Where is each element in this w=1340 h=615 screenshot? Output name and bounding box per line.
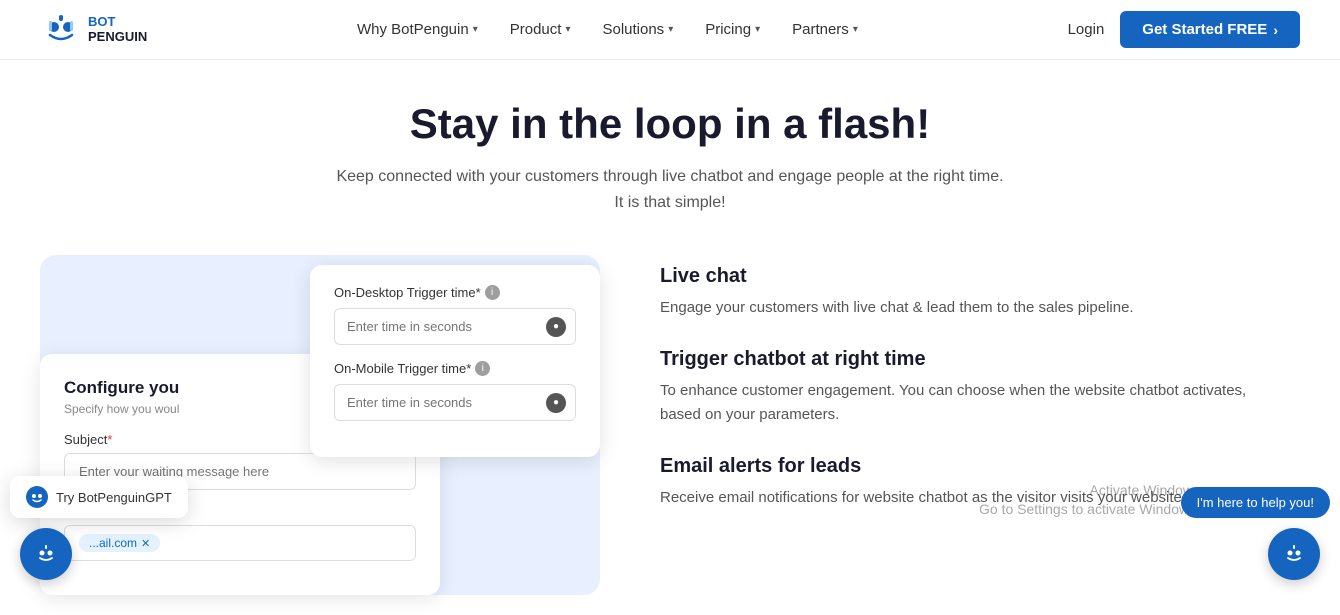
logo[interactable]: BOT PENGUIN xyxy=(40,9,147,51)
chevron-down-icon: ▾ xyxy=(853,24,858,35)
feature-trigger: Trigger chatbot at right time To enhance… xyxy=(660,348,1280,427)
get-started-button[interactable]: Get Started FREE › xyxy=(1120,11,1300,48)
activate-windows-line2: Go to Settings to activate Windows. xyxy=(979,500,1200,520)
desktop-trigger-input-wrap: ● xyxy=(334,308,576,345)
nav-link-why[interactable]: Why BotPenguin ▾ xyxy=(357,21,478,38)
navbar: BOT PENGUIN Why BotPenguin ▾ Product ▾ S… xyxy=(0,0,1340,60)
logo-text: BOT PENGUIN xyxy=(88,15,147,44)
trigger-card: On-Desktop Trigger time* i ● On-Mobile T… xyxy=(310,265,600,457)
feature-live-chat-desc: Engage your customers with live chat & l… xyxy=(660,296,1280,320)
email-tag: ...ail.com ✕ xyxy=(79,534,160,552)
feature-email-alerts-title: Email alerts for leads xyxy=(660,455,1280,478)
feature-live-chat-title: Live chat xyxy=(660,265,1280,288)
logo-icon xyxy=(40,9,82,51)
hero-title: Stay in the loop in a flash! xyxy=(40,100,1300,148)
chat-popup-label: Try BotPenguinGPT xyxy=(56,490,172,505)
chevron-down-icon: ▾ xyxy=(565,24,570,35)
toggle-icon[interactable]: ● xyxy=(546,317,566,337)
mobile-trigger-input-wrap: ● xyxy=(334,384,576,421)
toggle-icon[interactable]: ● xyxy=(546,393,566,413)
mobile-trigger-label: On-Mobile Trigger time* i xyxy=(334,361,576,376)
left-panel: On-Desktop Trigger time* i ● On-Mobile T… xyxy=(40,255,600,595)
login-button[interactable]: Login xyxy=(1068,21,1105,38)
nav-link-pricing[interactable]: Pricing ▾ xyxy=(705,21,760,38)
chat-helper-label: I'm here to help you! xyxy=(1197,495,1314,510)
chat-popup-icon xyxy=(26,486,48,508)
mobile-trigger-row: On-Mobile Trigger time* i ● xyxy=(334,361,576,421)
nav-item-pricing[interactable]: Pricing ▾ xyxy=(705,21,760,38)
nav-links: Why BotPenguin ▾ Product ▾ Solutions ▾ P… xyxy=(357,21,858,38)
chevron-down-icon: ▾ xyxy=(755,24,760,35)
hero-description: Keep connected with your customers throu… xyxy=(330,164,1010,215)
hero-section: Stay in the loop in a flash! Keep connec… xyxy=(0,60,1340,235)
nav-link-product[interactable]: Product ▾ xyxy=(510,21,571,38)
email-input-wrap[interactable]: ...ail.com ✕ xyxy=(64,525,416,561)
main-content: On-Desktop Trigger time* i ● On-Mobile T… xyxy=(0,235,1340,615)
feature-trigger-desc: To enhance customer engagement. You can … xyxy=(660,379,1280,427)
chat-widget-right[interactable] xyxy=(1268,528,1320,580)
chat-helper-bubble: I'm here to help you! xyxy=(1181,487,1330,518)
nav-item-partners[interactable]: Partners ▾ xyxy=(792,21,858,38)
info-icon[interactable]: i xyxy=(485,285,500,300)
nav-item-product[interactable]: Product ▾ xyxy=(510,21,571,38)
feature-live-chat: Live chat Engage your customers with liv… xyxy=(660,265,1280,320)
desktop-trigger-input[interactable] xyxy=(334,308,576,345)
info-icon[interactable]: i xyxy=(475,361,490,376)
nav-item-why[interactable]: Why BotPenguin ▾ xyxy=(357,21,478,38)
arrow-icon: › xyxy=(1273,22,1278,38)
remove-email-icon[interactable]: ✕ xyxy=(141,537,150,550)
nav-actions: Login Get Started FREE › xyxy=(1068,11,1300,48)
activate-windows-line1: Activate Windows xyxy=(979,481,1200,501)
activate-windows-watermark: Activate Windows Go to Settings to activ… xyxy=(979,481,1200,520)
mobile-trigger-input[interactable] xyxy=(334,384,576,421)
chevron-down-icon: ▾ xyxy=(473,24,478,35)
cta-label: Get Started FREE xyxy=(1142,21,1267,38)
desktop-trigger-row: On-Desktop Trigger time* i ● xyxy=(334,285,576,345)
chat-popup[interactable]: Try BotPenguinGPT xyxy=(10,476,188,518)
chevron-down-icon: ▾ xyxy=(668,24,673,35)
desktop-trigger-label: On-Desktop Trigger time* i xyxy=(334,285,576,300)
nav-link-partners[interactable]: Partners ▾ xyxy=(792,21,858,38)
nav-link-solutions[interactable]: Solutions ▾ xyxy=(602,21,673,38)
bot-icon-right xyxy=(1280,540,1308,568)
bot-icon xyxy=(32,540,60,568)
feature-trigger-title: Trigger chatbot at right time xyxy=(660,348,1280,371)
nav-item-solutions[interactable]: Solutions ▾ xyxy=(602,21,673,38)
chat-widget-left[interactable] xyxy=(20,528,72,580)
